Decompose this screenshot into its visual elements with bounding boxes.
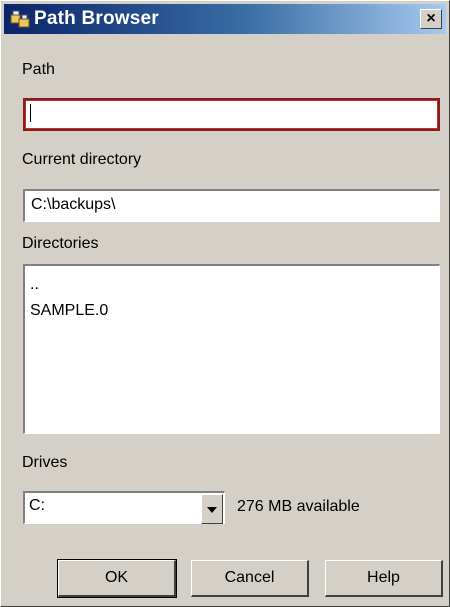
directories-list[interactable]: .. SAMPLE.0 [23, 264, 440, 434]
ok-button[interactable]: OK [57, 559, 177, 598]
current-directory-field: C:\backups\ [23, 189, 440, 222]
drives-selected-value: C: [29, 497, 45, 514]
close-button[interactable]: × [420, 9, 442, 29]
chevron-down-icon [207, 507, 217, 513]
list-item-sample[interactable]: SAMPLE.0 [30, 302, 108, 320]
help-button[interactable]: Help [325, 560, 443, 597]
drive-space-available: 276 MB available [237, 498, 360, 515]
drives-select[interactable]: C: [23, 491, 225, 524]
app-icon [10, 10, 30, 28]
drives-label: Drives [22, 454, 68, 471]
path-input[interactable] [23, 98, 440, 131]
title-bar[interactable]: Path Browser × [4, 4, 446, 34]
directories-label: Directories [22, 235, 99, 252]
dropdown-arrow-button[interactable] [201, 494, 223, 524]
current-directory-value: C:\backups\ [31, 196, 116, 213]
list-item-parent-directory[interactable]: .. [30, 276, 39, 294]
text-caret [30, 104, 31, 122]
path-browser-dialog: Path Browser × Path Current directory C:… [0, 0, 450, 607]
path-label: Path [22, 61, 55, 78]
window-title: Path Browser [34, 8, 159, 29]
current-directory-label: Current directory [22, 151, 142, 168]
cancel-button[interactable]: Cancel [191, 560, 309, 597]
